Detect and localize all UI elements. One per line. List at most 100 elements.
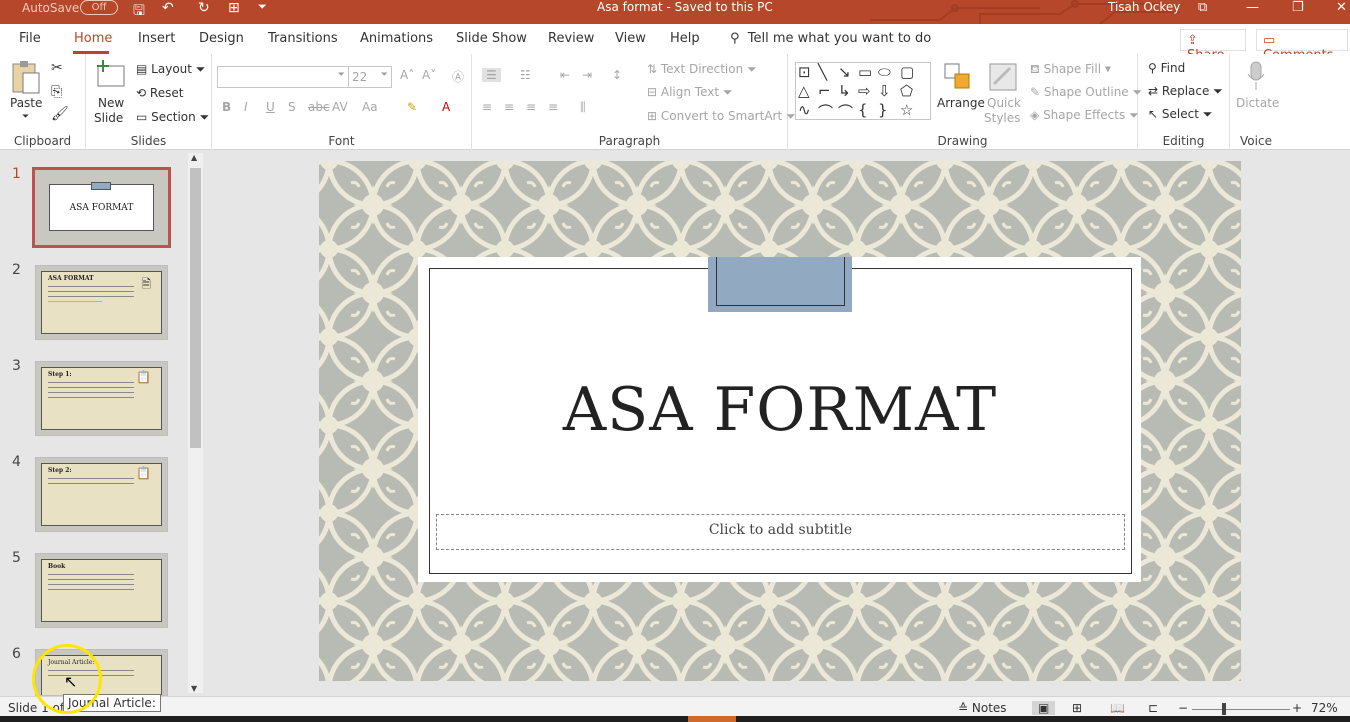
shapes-gallery[interactable]: ⊡ ╲ ↘ ▭ ⬭ ▢ △ ⌐ ↳ ⇨ ⇩ ⬠ ∿ ⌒ ⌒ { } ☆ (795, 62, 931, 120)
tab-slide-show[interactable]: Slide Show (456, 31, 527, 46)
right-brace-shape-icon[interactable]: } (878, 101, 888, 119)
layout-button[interactable]: ▤ Layout ⏷ (136, 62, 205, 77)
new-slide-label-2[interactable]: Slide (94, 111, 123, 125)
slide-thumbnail-3[interactable]: Step 1: 📋 (35, 361, 168, 436)
quick-styles-label-2[interactable]: Styles (984, 111, 1020, 125)
arrange-icon[interactable] (943, 62, 973, 92)
tab-review[interactable]: Review (548, 31, 594, 46)
user-name[interactable]: Tisah Ockey (1108, 0, 1180, 14)
arrange-button[interactable]: Arrange (937, 96, 985, 110)
arrow-line-shape-icon[interactable]: ↘ (838, 63, 851, 81)
comments-button[interactable]: ▭ Comments (1256, 29, 1348, 63)
restore-icon[interactable]: ❐ (1292, 0, 1304, 15)
textbox-shape-icon[interactable]: ⊡ (798, 63, 811, 81)
convert-smartart-button[interactable]: ⊞ Convert to SmartArt ⏷ (647, 109, 796, 124)
autosave-toggle[interactable]: Off (80, 0, 118, 15)
share-button[interactable]: ⇪ Share (1180, 29, 1246, 63)
oval-shape-icon[interactable]: ⬭ (878, 63, 891, 81)
freeform-shape-icon[interactable]: ∿ (798, 101, 811, 119)
quick-styles-label-1[interactable]: Quick (987, 96, 1021, 110)
align-left-icon[interactable]: ≡ (482, 100, 492, 114)
shape-fill-button[interactable]: ⛾ Shape Fill ⏷ (1030, 62, 1111, 78)
font-size-select[interactable]: 22 ⏷ (348, 66, 392, 88)
tab-file[interactable]: File (19, 31, 41, 46)
underline-icon[interactable]: U (266, 100, 275, 114)
rectangle-shape-icon[interactable]: ▭ (858, 63, 872, 81)
customize-qa-icon[interactable]: ⏷ (258, 0, 267, 14)
align-text-button[interactable]: ⊟ Align Text ⏷ (647, 85, 733, 100)
replace-button[interactable]: ⇄ Replace ⏷ (1148, 84, 1223, 99)
select-button[interactable]: ↖ Select ⏷ (1148, 107, 1212, 122)
clear-format-icon[interactable]: Ⓐ (452, 68, 464, 85)
minimize-icon[interactable]: — (1246, 0, 1259, 15)
tab-home[interactable]: Home (74, 31, 112, 46)
ribbon-display-icon[interactable]: ⧉ (1198, 0, 1207, 15)
slide-thumbnail-4[interactable]: Step 2: 📋 (35, 457, 168, 532)
paste-icon[interactable] (10, 60, 42, 96)
strikethrough-icon[interactable]: abc (308, 100, 330, 114)
shape-outline-button[interactable]: ✎ Shape Outline ⏷ (1030, 85, 1142, 100)
new-slide-icon[interactable] (94, 60, 128, 90)
section-button[interactable]: ▭ Section ⏷ (136, 110, 209, 125)
slideshow-view-icon[interactable]: ⊏ (1148, 701, 1158, 715)
shape-effects-button[interactable]: ◈ Shape Effects ⏷ (1030, 108, 1139, 123)
align-right-icon[interactable]: ≡ (526, 100, 536, 114)
decrease-font-icon[interactable]: A˅ (422, 68, 436, 82)
tab-transitions[interactable]: Transitions (268, 31, 338, 46)
paste-dropdown-icon[interactable]: ⏷ (22, 112, 29, 122)
undo-icon[interactable]: ↶ (162, 0, 174, 16)
increase-font-icon[interactable]: A˄ (400, 68, 414, 82)
numbering-icon[interactable]: ☷ (520, 68, 531, 82)
tab-view[interactable]: View (615, 31, 646, 46)
elbow-arrow-shape-icon[interactable]: ↳ (838, 82, 851, 100)
subtitle-placeholder[interactable]: Click to add subtitle (436, 514, 1125, 550)
tab-design[interactable]: Design (199, 31, 244, 46)
microphone-icon[interactable] (1245, 60, 1267, 92)
shadow-icon[interactable]: S (288, 100, 296, 114)
format-painter-icon[interactable]: 🖌 (51, 106, 69, 122)
align-center-icon[interactable]: ≡ (504, 100, 514, 114)
slide-title[interactable]: ASA FORMAT (430, 375, 1130, 445)
right-arrow-shape-icon[interactable]: ⇨ (858, 82, 871, 100)
scroll-up-icon[interactable]: ▲ (191, 153, 197, 162)
zoom-in-icon[interactable]: + (1292, 701, 1302, 715)
left-brace-shape-icon[interactable]: { (858, 101, 868, 119)
paste-button[interactable]: Paste (10, 96, 42, 110)
find-button[interactable]: ⚲ Find (1148, 61, 1185, 75)
slide-thumbnail-2[interactable]: ASA FORMAT 🗎 (35, 265, 168, 340)
copy-icon[interactable]: ⎘ (51, 84, 62, 100)
font-color-icon[interactable]: A (442, 100, 450, 114)
down-arrow-shape-icon[interactable]: ⇩ (878, 82, 891, 100)
curve-shape-icon[interactable]: ⌒ (838, 101, 853, 119)
quick-styles-icon[interactable] (988, 62, 1018, 92)
decrease-indent-icon[interactable]: ⇤ (560, 68, 570, 82)
tab-insert[interactable]: Insert (138, 31, 175, 46)
new-slide-label-1[interactable]: New (98, 96, 124, 110)
tab-animations[interactable]: Animations (360, 31, 433, 46)
reading-view-icon[interactable]: 📖 (1110, 701, 1125, 715)
save-icon[interactable]: 🖫 (133, 0, 145, 24)
char-spacing-icon[interactable]: AV (332, 100, 348, 114)
bullets-icon[interactable]: ☰ (482, 68, 501, 82)
cut-icon[interactable]: ✂ (51, 60, 63, 76)
columns-icon[interactable]: ⫼ (580, 100, 586, 115)
slide-thumbnail-1[interactable]: ASA FORMAT (32, 167, 171, 248)
triangle-shape-icon[interactable]: △ (798, 82, 810, 100)
slide-sorter-icon[interactable]: ⊞ (1072, 701, 1082, 715)
tell-me-search[interactable]: ⚲ Tell me what you want to do (730, 31, 931, 46)
zoom-slider-thumb[interactable] (1222, 703, 1226, 715)
tab-help[interactable]: Help (670, 31, 700, 46)
scrollbar-thumb[interactable] (190, 168, 201, 448)
scroll-down-icon[interactable]: ▼ (191, 684, 197, 693)
arc-shape-icon[interactable]: ⌒ (818, 101, 833, 119)
taskbar-active-app[interactable] (688, 716, 736, 722)
reset-button[interactable]: ⟲ Reset (136, 86, 183, 100)
increase-indent-icon[interactable]: ⇥ (582, 68, 592, 82)
flowchart-shape-icon[interactable]: ⬠ (900, 82, 913, 100)
rounded-rect-shape-icon[interactable]: ▢ (900, 63, 914, 81)
close-icon[interactable]: ✕ (1336, 0, 1347, 15)
text-direction-button[interactable]: ⇅ Text Direction ⏷ (647, 62, 757, 77)
zoom-level[interactable]: 72% (1311, 701, 1338, 715)
slide-thumbnail-5[interactable]: Book (35, 553, 168, 628)
change-case-icon[interactable]: Aa (362, 100, 378, 114)
